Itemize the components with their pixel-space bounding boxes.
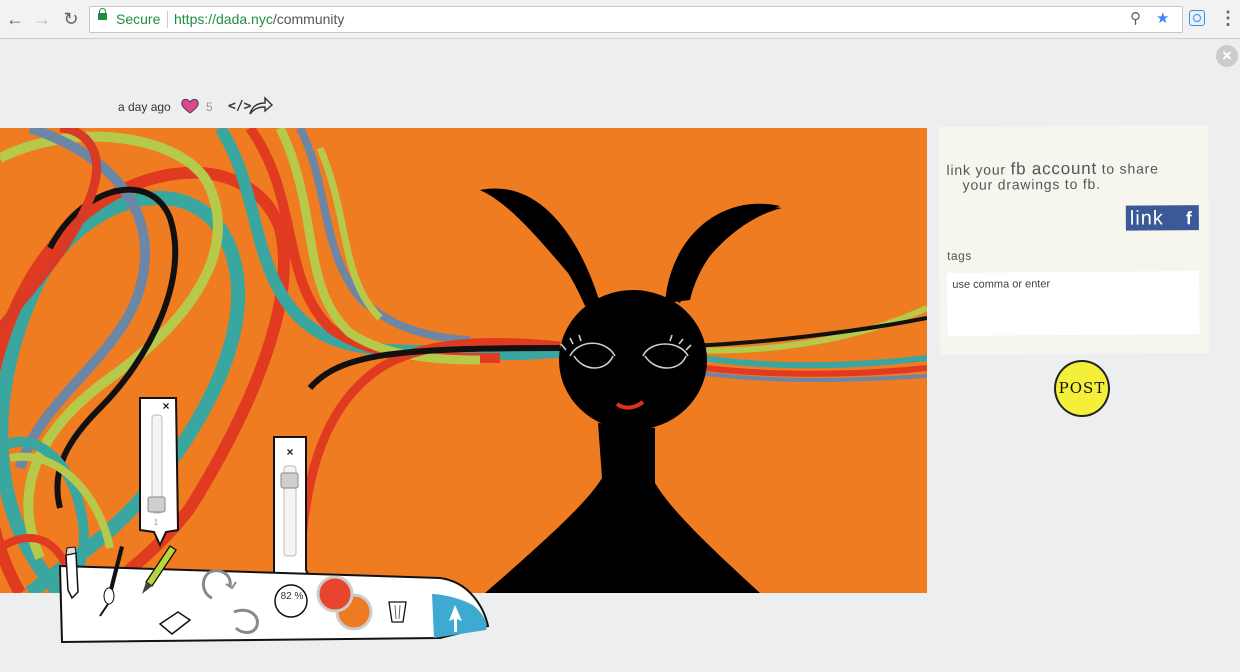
close-icon[interactable]: × [162,399,169,413]
link-button-label: link [1129,207,1164,230]
extension-icon[interactable] [1189,10,1205,26]
fb-link-message: link your fb account to share your drawi… [946,159,1159,193]
toolbar-body [58,564,490,644]
omnibox-divider [167,11,168,28]
fb-text-a: link your [946,161,1011,178]
menu-icon[interactable]: ⋮ [1219,8,1237,29]
share-panel: link your fb account to share your drawi… [938,125,1210,355]
url-path: /community [272,11,345,27]
like-count: 5 [206,100,213,114]
close-icon[interactable]: × [286,445,293,459]
zoom-icon[interactable]: ⚲ [1130,9,1141,27]
tags-input[interactable]: use comma or enter [947,271,1200,336]
fb-text-line2: your drawings to fb. [962,175,1101,193]
address-bar[interactable]: Secure https://dada.nyc/community ⚲ ★ [89,6,1183,33]
post-time: a day ago [118,100,171,114]
share-icon[interactable] [248,96,274,116]
url-text[interactable]: https://dada.nyc/community [174,11,344,27]
lock-icon [98,8,107,20]
facebook-icon: f [1185,208,1193,229]
link-fb-button[interactable]: link f [1125,205,1199,231]
brush-size-value: 1 [153,518,159,527]
brush-size-handle[interactable] [147,496,166,513]
browser-toolbar: ← → ↻ Secure https://dada.nyc/community … [0,0,1240,39]
forward-arrow-icon[interactable]: → [32,9,52,29]
star-icon[interactable]: ★ [1156,9,1169,27]
close-icon[interactable]: × [1216,45,1238,67]
heart-icon[interactable] [180,97,200,115]
zoom-handle[interactable] [280,472,299,489]
zoom-value: 82 % [280,591,304,602]
primary-color-swatch[interactable] [316,575,354,613]
drawing-toolbar: × × [58,397,490,644]
trash-icon[interactable] [388,601,407,623]
pencil-icon[interactable] [65,546,79,600]
post-button[interactable]: POST [1054,360,1110,417]
fb-text-c: to share [1096,160,1159,177]
reload-icon[interactable]: ↻ [61,9,81,29]
url-host: https://dada.nyc [174,11,273,27]
security-label: Secure [116,11,161,27]
back-arrow-icon[interactable]: ← [5,9,25,29]
tags-label: tags [947,248,972,263]
